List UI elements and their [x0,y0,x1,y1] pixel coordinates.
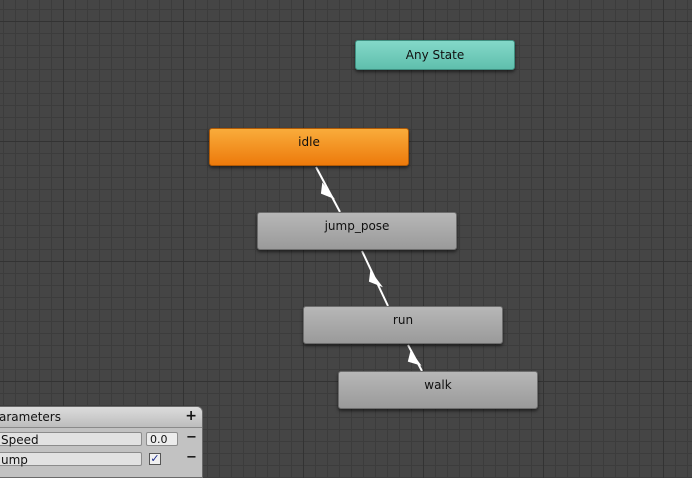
state-node-idle[interactable]: idle [209,128,409,166]
state-node-label: Any State [405,48,465,62]
remove-parameter-minus-icon[interactable]: − [186,450,197,465]
state-node-label: run [392,313,414,327]
state-node-label: walk [424,378,452,392]
state-node-label: jump_pose [324,219,390,233]
transition-arrow-icon [368,270,383,288]
parameters-panel: arameters + Speed 0.0 − ump ✓ − [0,406,203,478]
state-node-walk[interactable]: walk [338,371,538,409]
parameters-header: arameters + [0,407,202,428]
parameter-row-speed: Speed 0.0 − [0,428,202,448]
transition-run-to-walk[interactable] [407,344,423,372]
checkmark-icon: ✓ [150,452,160,465]
plus-icon[interactable]: + [185,408,197,424]
parameter-name-field[interactable]: Speed [0,432,142,447]
state-node-jump_pose[interactable]: jump_pose [257,212,457,250]
parameter-float-value-field[interactable]: 0.0 [146,432,178,446]
parameters-title: arameters [0,410,61,424]
state-node-label: idle [298,135,320,149]
state-node-run[interactable]: run [303,306,503,344]
parameter-row-jump: ump ✓ − [0,448,202,468]
parameter-bool-checkbox[interactable]: ✓ [149,453,161,465]
transition-idle-to-jump_pose[interactable] [315,166,341,213]
animator-graph-canvas[interactable]: Any State idle jump_pose run walk aramet… [0,0,692,478]
transition-jump_pose-to-run[interactable] [361,250,389,307]
state-node-any-state[interactable]: Any State [355,40,515,70]
remove-parameter-minus-icon[interactable]: − [186,430,197,445]
